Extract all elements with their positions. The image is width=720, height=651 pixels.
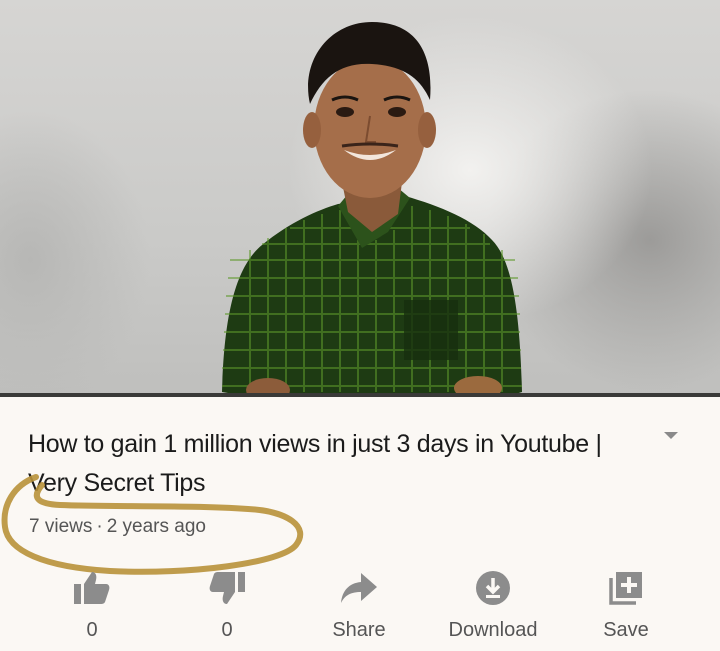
thumbs-up-icon <box>27 565 157 611</box>
dislike-count: 0 <box>221 619 233 641</box>
save-button[interactable]: Save <box>561 565 691 642</box>
thumbs-down-icon <box>162 565 292 611</box>
person-in-thumbnail <box>222 22 522 397</box>
save-label: Save <box>603 619 649 641</box>
like-count: 0 <box>86 619 98 641</box>
download-button[interactable]: Download <box>428 565 558 642</box>
meta-separator: · <box>96 516 103 537</box>
view-count: 7 views <box>29 516 93 537</box>
share-arrow-icon <box>294 565 424 611</box>
video-title[interactable]: How to gain 1 million views in just 3 da… <box>28 425 638 503</box>
download-circle-icon <box>428 565 558 611</box>
upload-age: 2 years ago <box>106 516 206 537</box>
action-bar: 0 0 Share Download Save <box>0 565 720 651</box>
video-meta: 7 views · 2 years ago <box>29 516 206 538</box>
add-to-playlist-icon <box>561 565 691 611</box>
thumbnail-edge <box>0 393 720 397</box>
share-label: Share <box>332 619 386 641</box>
video-thumbnail[interactable] <box>0 0 720 397</box>
share-button[interactable]: Share <box>294 565 424 642</box>
chevron-down-icon[interactable] <box>664 432 678 439</box>
download-label: Download <box>448 619 538 641</box>
like-button[interactable]: 0 <box>27 565 157 642</box>
dislike-button[interactable]: 0 <box>162 565 292 642</box>
